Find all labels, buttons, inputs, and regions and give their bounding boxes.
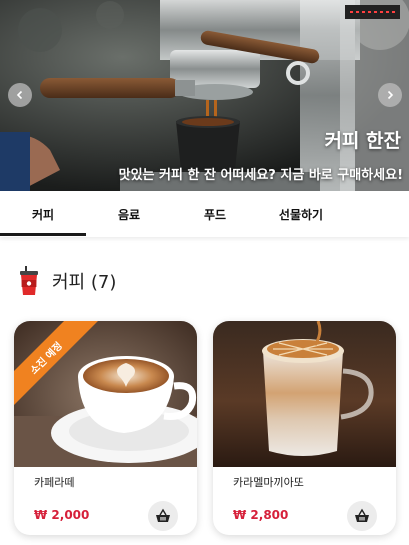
- page: 커피 한잔 맛있는 커피 한 잔 어떠세요? 지금 바로 구매하세요! 커피 음…: [0, 0, 409, 545]
- banner-prev-button[interactable]: [8, 83, 32, 107]
- tab-food[interactable]: 푸드: [172, 191, 258, 237]
- tab-coffee[interactable]: 커피: [0, 191, 86, 237]
- hero-banner[interactable]: 커피 한잔 맛있는 커피 한 잔 어떠세요? 지금 바로 구매하세요!: [0, 0, 409, 191]
- product-price: ₩ 2,800: [233, 508, 289, 522]
- category-tabs: 커피 음료 푸드 선물하기: [0, 191, 409, 237]
- product-image: [213, 321, 396, 467]
- add-to-cart-button[interactable]: [148, 501, 178, 531]
- banner-title: 커피 한잔: [324, 130, 401, 152]
- tab-gift[interactable]: 선물하기: [258, 191, 344, 237]
- section-header: 커피 (7): [18, 265, 116, 297]
- tab-drinks[interactable]: 음료: [86, 191, 172, 237]
- coffee-cup-icon: [20, 266, 38, 295]
- add-to-cart-button[interactable]: [347, 501, 377, 531]
- chevron-right-icon: [387, 90, 394, 100]
- section-title: 커피 (7): [52, 272, 117, 293]
- basket-icon: [355, 508, 369, 522]
- basket-icon: [156, 508, 170, 522]
- product-card[interactable]: 소진 예정 카페라떼 ₩ 2,000: [14, 321, 197, 535]
- product-name: 카페라떼: [34, 476, 75, 489]
- active-tab-indicator: [0, 233, 86, 236]
- chevron-left-icon: [16, 90, 23, 100]
- banner-next-button[interactable]: [378, 83, 402, 107]
- espresso-machine-image: [0, 0, 409, 191]
- product-price: ₩ 2,000: [34, 508, 90, 522]
- product-name: 카라멜마끼아또: [233, 476, 304, 489]
- product-card[interactable]: 카라멜마끼아또 ₩ 2,800: [213, 321, 396, 535]
- banner-subtitle: 맛있는 커피 한 잔 어떠세요? 지금 바로 구매하세요!: [118, 168, 403, 183]
